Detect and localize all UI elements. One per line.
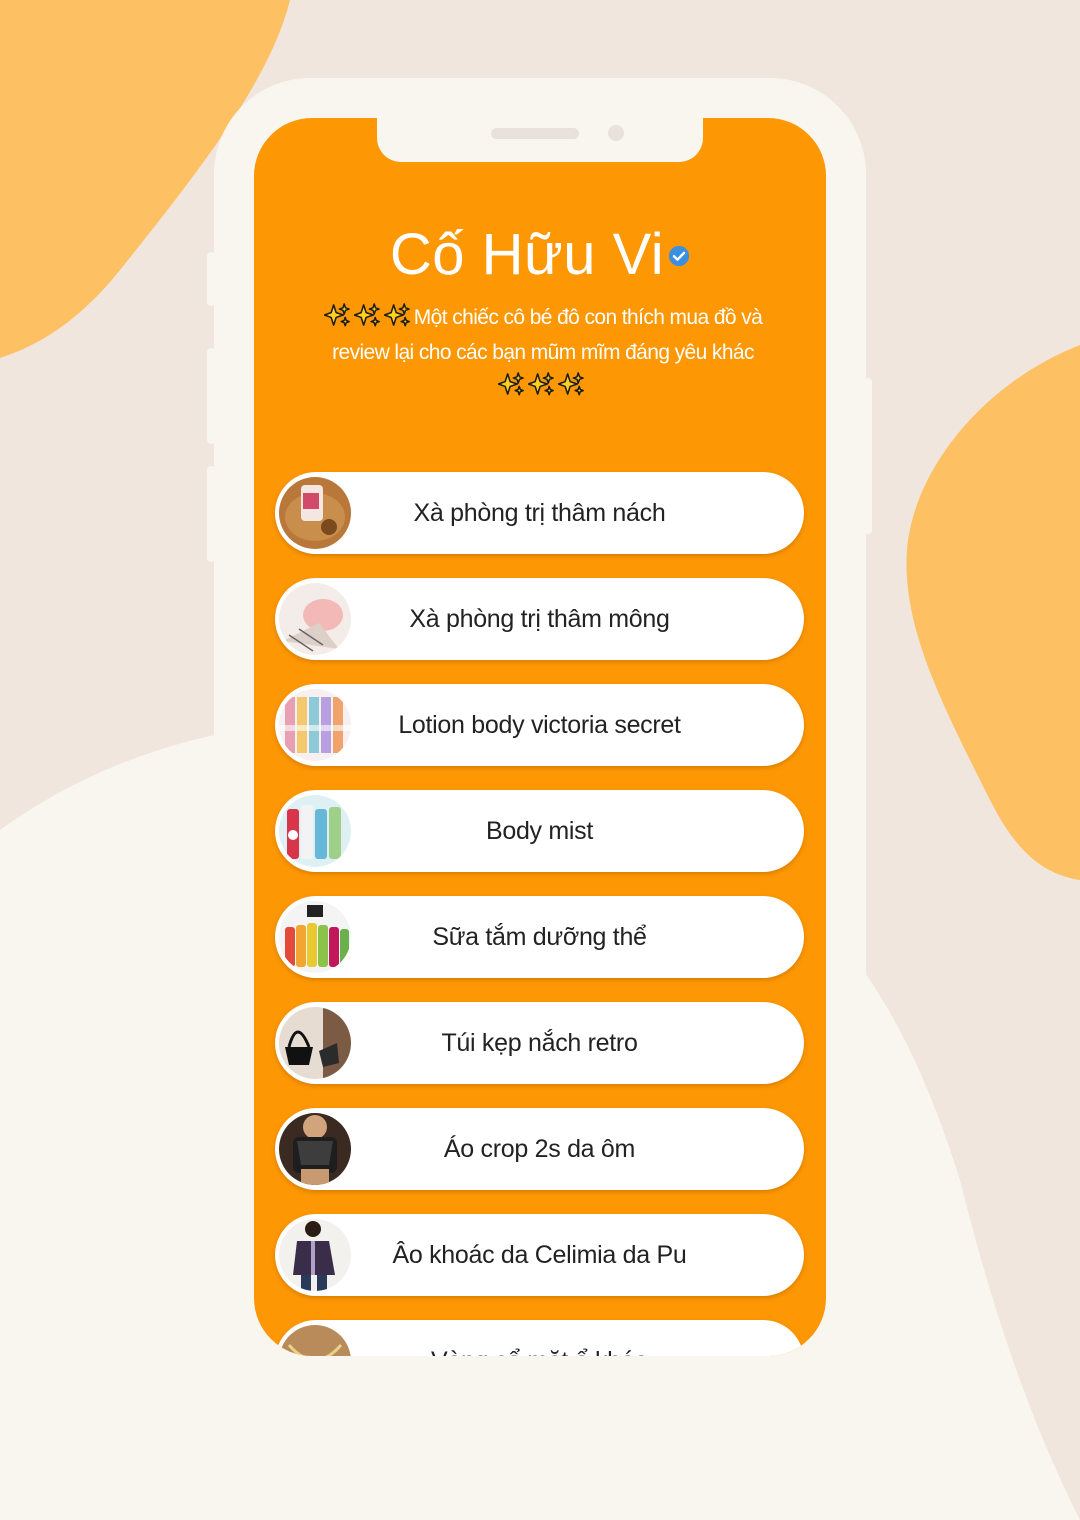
verified-check-icon (669, 245, 690, 266)
right-blob (906, 345, 1080, 880)
phone-volume-down-button (207, 466, 215, 562)
sparkles-icon (383, 303, 410, 327)
profile-bio: Một chiếc cô bé đô con thích mua đồ và r… (298, 301, 788, 405)
link-button[interactable]: Xà phòng trị thâm mông (275, 578, 804, 660)
link-button[interactable]: Túi kẹp nắch retro (275, 1002, 804, 1084)
link-button-label: Body mist (485, 817, 594, 845)
link-button-label: Vòng cổ mặt ổ khóa (275, 1320, 804, 1356)
sparkles-icon (528, 372, 554, 396)
speaker-grille (491, 128, 579, 139)
link-button[interactable]: Lotion body victoria secret (275, 684, 804, 766)
link-button-label: Xà phòng trị thâm mông (409, 605, 670, 633)
profile-header: Cố Hữu Vi (254, 220, 826, 290)
sparkles-icon (498, 372, 524, 396)
profile-name: Cố Hữu Vi (389, 222, 665, 287)
link-button-label: Xà phòng trị thâm nách (413, 499, 666, 527)
link-button[interactable]: Sữa tắm dưỡng thể (275, 896, 804, 978)
link-button[interactable]: Body mist (275, 790, 804, 872)
link-button[interactable]: Âo khoác da Celimia da Pu (275, 1214, 804, 1296)
link-list: Xà phòng trị thâm nách Xà phòng trị thâm … (275, 472, 804, 1356)
phone-screen: Cố Hữu Vi Một chiếc cô bé đô con thích m… (254, 118, 826, 1356)
sparkles-icon (323, 303, 350, 327)
link-button-label: Âo khoác da Celimia da Pu (392, 1241, 687, 1269)
link-button[interactable]: Vòng cổ mặt ổ khóa (275, 1320, 804, 1356)
sparkles-icon (558, 372, 584, 396)
bio-prefix-sparkles (323, 303, 414, 329)
front-camera (608, 125, 624, 141)
link-button[interactable]: Xà phòng trị thâm nách (275, 472, 804, 554)
link-button-label: Áo crop 2s da ôm (443, 1135, 636, 1163)
link-button[interactable]: Áo crop 2s da ôm (275, 1108, 804, 1190)
link-button-label: Túi kẹp nắch retro (441, 1029, 638, 1057)
bio-suffix-sparkles (498, 372, 588, 398)
sparkles-icon (353, 303, 380, 327)
phone-power-button (864, 378, 872, 534)
link-button-label: Lotion body victoria secret (398, 711, 681, 739)
phone-volume-up-button (207, 348, 215, 444)
link-button-label: Sữa tắm dưỡng thể (432, 923, 647, 951)
phone-mute-button (207, 252, 215, 306)
phone-notch (377, 118, 703, 162)
